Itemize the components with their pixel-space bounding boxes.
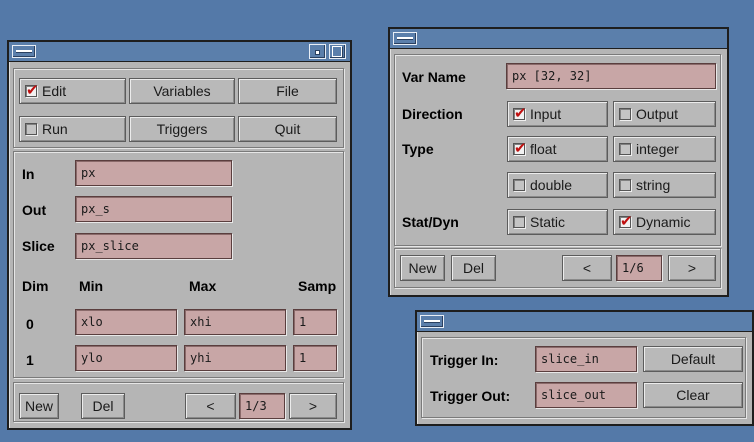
static-label: Static: [530, 214, 566, 230]
dim-row-0-max[interactable]: xhi: [184, 309, 286, 335]
prev-button[interactable]: <: [185, 393, 236, 419]
clear-button[interactable]: Clear: [643, 382, 743, 408]
run-label: Run: [42, 121, 68, 137]
slice-field[interactable]: px_slice: [75, 233, 232, 259]
output-label: Output: [636, 106, 679, 122]
edit-label: Edit: [42, 83, 67, 99]
trigger-out-field[interactable]: slice_out: [535, 382, 637, 408]
run-toggle[interactable]: Run: [19, 116, 126, 142]
edit-checkbox-icon: [25, 81, 39, 99]
window-menu-icon[interactable]: [12, 45, 36, 58]
triggers-button[interactable]: Triggers: [129, 116, 235, 142]
type-label: Type: [402, 141, 434, 157]
out-label: Out: [22, 202, 47, 218]
variable-window-titlebar[interactable]: [390, 29, 727, 49]
static-toggle[interactable]: Static: [507, 209, 608, 235]
max-header: Max: [189, 278, 217, 294]
edit-toggle[interactable]: Edit: [19, 78, 126, 104]
window-menu-icon[interactable]: [393, 32, 417, 45]
dim-row-0-samp[interactable]: 1: [293, 309, 337, 335]
double-checkbox-icon: [513, 179, 525, 191]
dim-row-1-index: 1: [26, 352, 34, 368]
del-button[interactable]: Del: [451, 255, 496, 281]
dim-row-0-min[interactable]: xlo: [75, 309, 177, 335]
float-checkbox-icon: [513, 139, 527, 157]
dim-row-1-min[interactable]: ylo: [75, 345, 177, 371]
float-label: float: [530, 141, 557, 157]
trigger-out-label: Trigger Out:: [430, 388, 511, 404]
slice-label: Slice: [22, 238, 55, 254]
direction-label: Direction: [402, 106, 463, 122]
window-menu-icon[interactable]: [420, 315, 444, 328]
static-checkbox-icon: [513, 216, 525, 228]
output-toggle[interactable]: Output: [613, 101, 716, 127]
string-checkbox-icon: [619, 179, 631, 191]
integer-checkbox-icon: [619, 143, 631, 155]
double-label: double: [530, 177, 573, 193]
in-field[interactable]: px: [75, 160, 232, 186]
dynamic-label: Dynamic: [636, 214, 691, 230]
output-checkbox-icon: [619, 108, 631, 120]
trigger-in-label: Trigger In:: [430, 352, 499, 368]
trigger-window-titlebar[interactable]: [417, 312, 752, 332]
stat-dyn-label: Stat/Dyn: [402, 214, 459, 230]
string-toggle[interactable]: string: [613, 172, 716, 198]
var-name-field[interactable]: px [32, 32]: [506, 63, 716, 89]
dim-row-1-max[interactable]: yhi: [184, 345, 286, 371]
variable-window: Var Name px [32, 32] Direction Input Out…: [388, 27, 729, 297]
main-window-titlebar[interactable]: [9, 42, 350, 62]
file-button[interactable]: File: [238, 78, 337, 104]
input-label: Input: [530, 106, 562, 122]
del-button[interactable]: Del: [81, 393, 125, 419]
out-field[interactable]: px_s: [75, 196, 232, 222]
next-button[interactable]: >: [668, 255, 716, 281]
input-toggle[interactable]: Input: [507, 101, 608, 127]
dynamic-checkbox-icon: [619, 212, 633, 230]
next-button[interactable]: >: [289, 393, 337, 419]
page-indicator: 1/3: [239, 393, 285, 419]
in-label: In: [22, 166, 35, 182]
new-button[interactable]: New: [19, 393, 59, 419]
default-button[interactable]: Default: [643, 346, 743, 372]
main-window: Edit Variables File Run Triggers Quit In…: [7, 40, 352, 430]
page-indicator: 1/6: [616, 255, 662, 281]
var-name-label: Var Name: [402, 69, 466, 85]
min-header: Min: [79, 278, 104, 294]
variables-button[interactable]: Variables: [129, 78, 235, 104]
string-label: string: [636, 177, 671, 193]
minimize-icon[interactable]: [309, 44, 326, 59]
double-toggle[interactable]: double: [507, 172, 608, 198]
trigger-in-field[interactable]: slice_in: [535, 346, 637, 372]
run-checkbox-icon: [25, 123, 37, 135]
dynamic-toggle[interactable]: Dynamic: [613, 209, 716, 235]
integer-label: integer: [636, 141, 679, 157]
dim-row-1-samp[interactable]: 1: [293, 345, 337, 371]
maximize-icon[interactable]: [329, 44, 346, 59]
integer-toggle[interactable]: integer: [613, 136, 716, 162]
dim-header: Dim: [22, 278, 49, 294]
trigger-window: Trigger In: slice_in Default Trigger Out…: [415, 310, 754, 426]
prev-button[interactable]: <: [562, 255, 612, 281]
quit-button[interactable]: Quit: [238, 116, 337, 142]
samp-header: Samp: [298, 278, 337, 294]
new-button[interactable]: New: [400, 255, 445, 281]
dim-row-0-index: 0: [26, 316, 34, 332]
input-checkbox-icon: [513, 104, 527, 122]
float-toggle[interactable]: float: [507, 136, 608, 162]
